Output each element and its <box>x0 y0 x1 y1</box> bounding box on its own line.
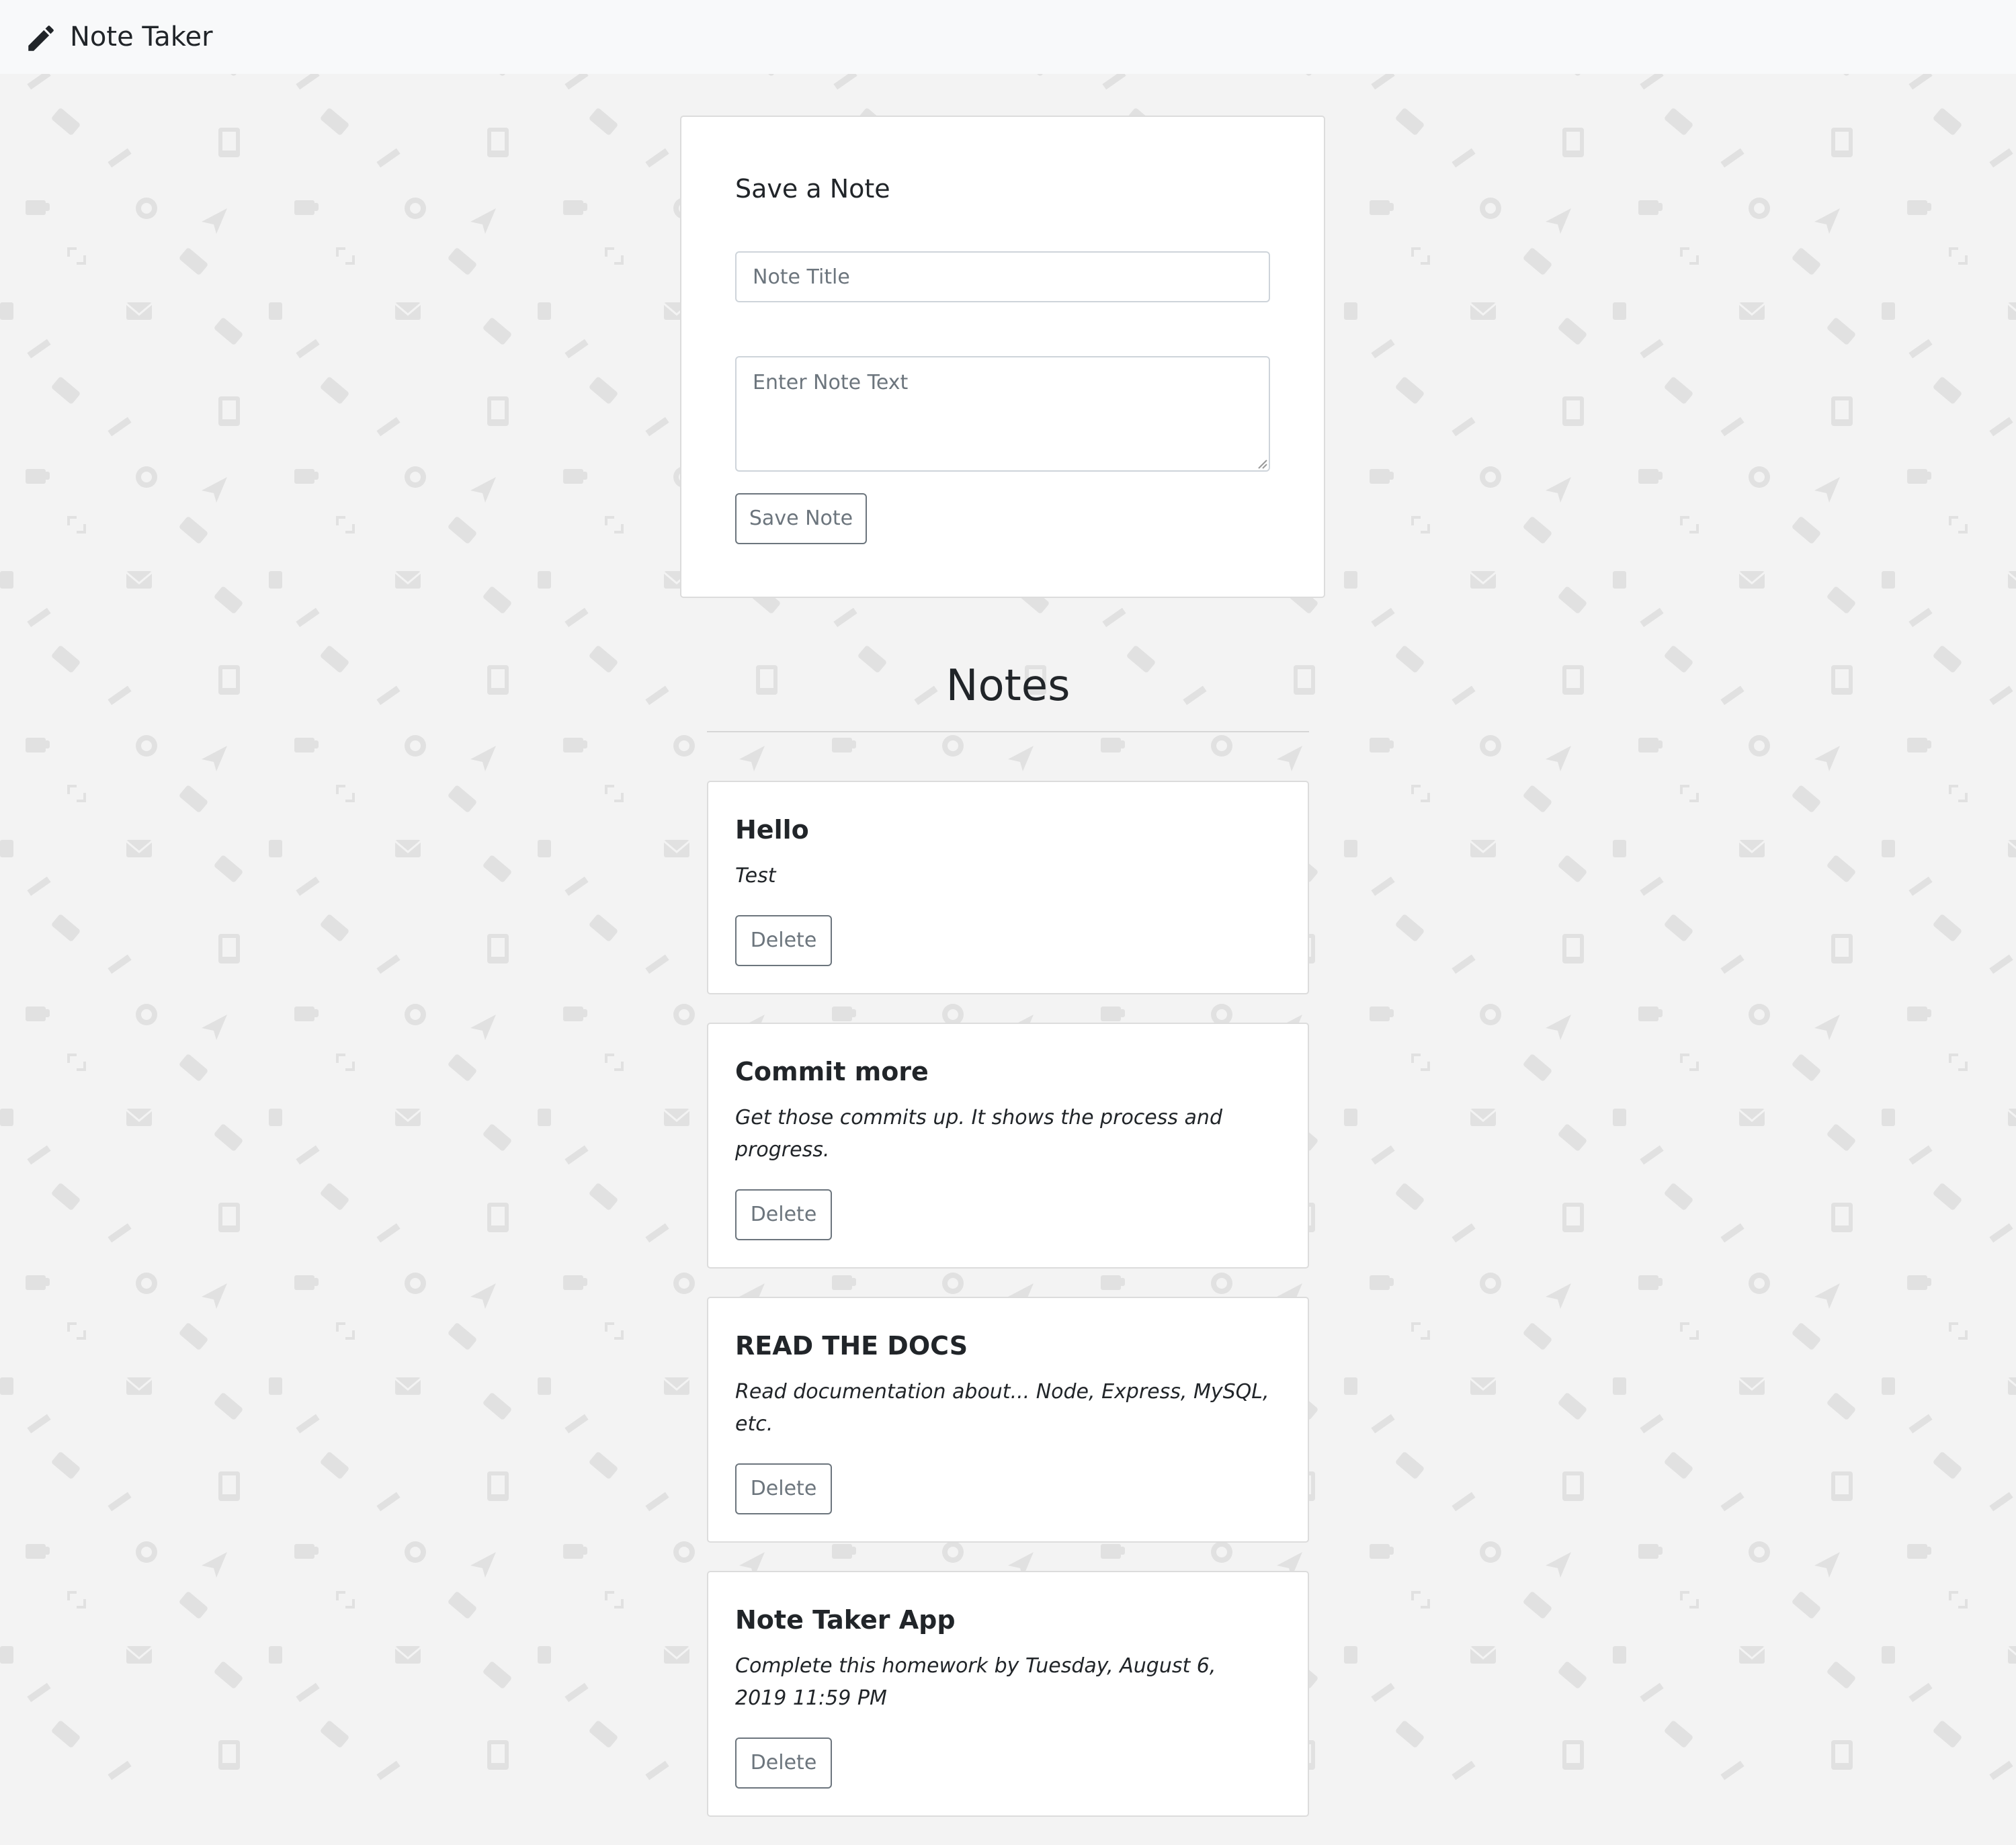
note-card: READ THE DOCS Read documentation about..… <box>707 1297 1309 1543</box>
note-title: Hello <box>735 815 809 845</box>
note-title: READ THE DOCS <box>735 1331 968 1361</box>
pencil-icon <box>24 22 58 55</box>
note-card: Commit more Get those commits up. It sho… <box>707 1023 1309 1269</box>
navbar: Note Taker <box>0 0 2016 74</box>
note-text-input[interactable] <box>735 356 1270 472</box>
save-note-heading: Save a Note <box>735 174 890 204</box>
note-text: Test <box>735 864 776 888</box>
delete-note-button[interactable]: Delete <box>735 1189 832 1240</box>
notes-divider <box>707 731 1309 732</box>
note-card: Note Taker App Complete this homework by… <box>707 1571 1309 1817</box>
app-title[interactable]: Note Taker <box>70 20 213 54</box>
resize-handle-icon[interactable] <box>1257 458 1267 469</box>
save-note-button[interactable]: Save Note <box>735 493 867 544</box>
note-title: Commit more <box>735 1057 929 1086</box>
delete-note-button[interactable]: Delete <box>735 1737 832 1789</box>
note-card: Hello Test Delete <box>707 781 1309 994</box>
note-title-input[interactable] <box>735 251 1270 302</box>
note-text: Complete this homework by Tuesday, Augus… <box>735 1654 1216 1710</box>
notes-list: Hello Test Delete Commit more Get those … <box>707 781 1309 1845</box>
save-note-card: Save a Note Save Note <box>680 116 1325 598</box>
delete-note-button[interactable]: Delete <box>735 915 832 966</box>
note-text: Read documentation about... Node, Expres… <box>735 1380 1269 1436</box>
note-text: Get those commits up. It shows the proce… <box>735 1106 1222 1162</box>
notes-heading: Notes <box>946 661 1070 711</box>
delete-note-button[interactable]: Delete <box>735 1463 832 1514</box>
note-title: Note Taker App <box>735 1605 956 1635</box>
